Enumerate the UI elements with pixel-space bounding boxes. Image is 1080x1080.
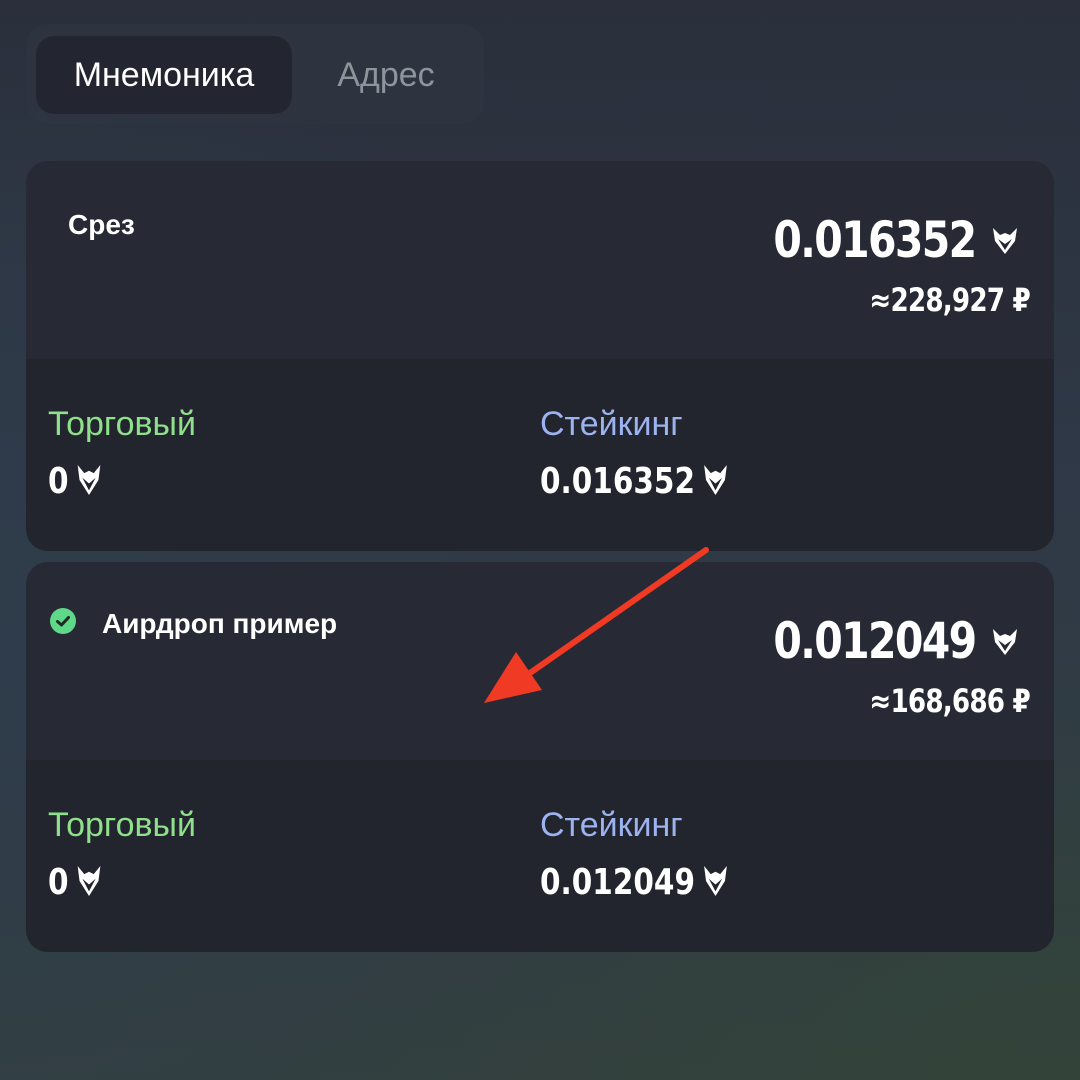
staking-balance: 0.012049 (540, 862, 728, 903)
wallet-title: Срез (68, 209, 135, 240)
tab-address[interactable]: Адрес (316, 36, 456, 114)
trading-balance: 0 (48, 862, 101, 903)
fox-coin-icon (993, 228, 1017, 254)
wallet-card[interactable]: Аирдроп пример 0.012049 ≈168,686 ₽ Торго… (26, 562, 1054, 952)
trading-value: 0 (48, 862, 69, 903)
check-circle-icon (50, 608, 76, 634)
trading-value: 0 (48, 461, 69, 502)
fox-coin-icon (77, 465, 101, 495)
staking-value: 0.016352 (540, 461, 696, 502)
wallet-card[interactable]: Срез 0.016352 ≈228,927 ₽ Торговый 0 Стей… (26, 161, 1054, 551)
tab-mnemonic[interactable]: Мнемоника (36, 36, 292, 114)
wallet-title: Аирдроп пример (102, 608, 338, 639)
staking-balance: 0.016352 (540, 461, 728, 502)
wallet-fiat-value: ≈168,686 ₽ (869, 682, 1031, 720)
staking-label: Стейкинг (540, 806, 683, 844)
wallet-total-amount: 0.016352 (773, 211, 978, 269)
wallet-type-tabs: Мнемоника Адрес (26, 24, 484, 124)
wallet-balances-section (26, 359, 1054, 551)
wallet-fiat-value: ≈228,927 ₽ (869, 281, 1031, 319)
trading-balance: 0 (48, 461, 101, 502)
trading-label: Торговый (48, 405, 196, 443)
fox-coin-icon (704, 866, 727, 896)
staking-label: Стейкинг (540, 405, 683, 443)
trading-label: Торговый (48, 806, 196, 844)
staking-value: 0.012049 (540, 862, 696, 903)
fox-coin-icon (704, 465, 727, 495)
wallet-balances-section (26, 760, 1054, 952)
fox-coin-icon (993, 629, 1017, 655)
fox-coin-icon (77, 866, 101, 896)
wallet-total-amount: 0.012049 (773, 612, 978, 670)
